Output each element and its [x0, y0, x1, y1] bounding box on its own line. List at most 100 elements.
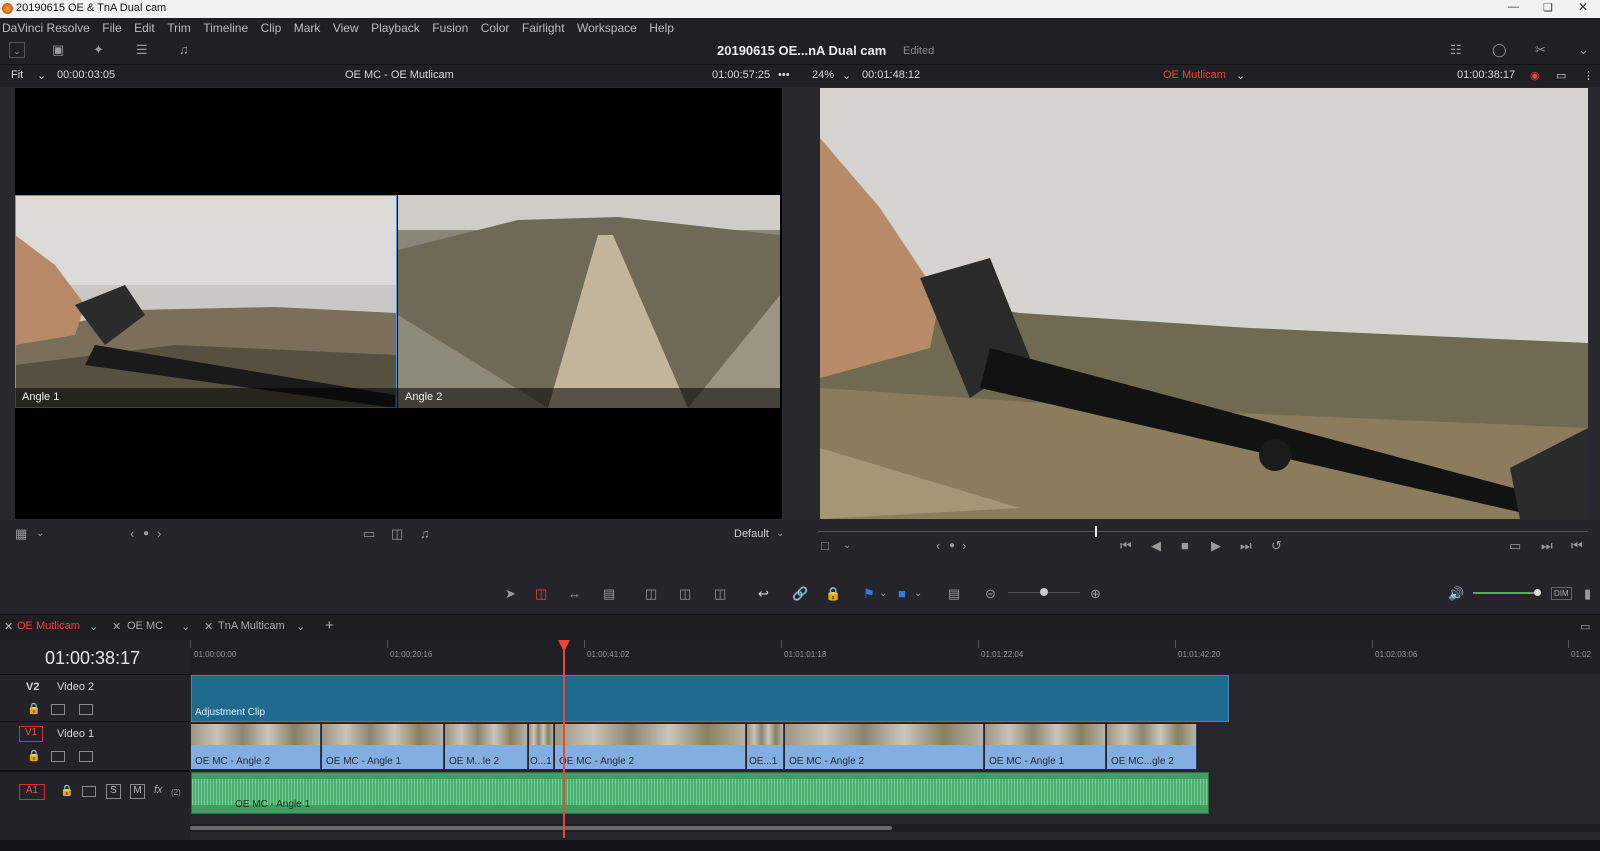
timeline-options-icon[interactable]: ▭ — [1580, 620, 1590, 633]
track-visibility-icon[interactable] — [79, 704, 93, 715]
link-icon[interactable]: 🔗 — [792, 586, 808, 602]
trim-tool-icon[interactable]: ◫ — [535, 586, 547, 602]
adjustment-clip[interactable]: Adjustment Clip — [191, 675, 1229, 722]
overwrite-clip-icon[interactable]: ◫ — [679, 586, 691, 602]
menu-help[interactable]: Help — [641, 18, 674, 38]
timeline-ruler[interactable]: 01:00:00:00 01:00:20:16 01:00:41:02 01:0… — [190, 640, 1600, 674]
match-frame-icon[interactable]: ▭ — [1509, 538, 1521, 554]
sound-library-icon[interactable]: ♫ — [179, 42, 189, 58]
next-edit-icon[interactable]: ⏭ — [1541, 538, 1553, 554]
viewer-divider[interactable] — [782, 88, 820, 519]
prev-edit-icon[interactable]: ⏮ — [1571, 538, 1583, 554]
auto-select-icon[interactable] — [51, 751, 65, 762]
next-icon[interactable]: › — [962, 538, 966, 554]
chevron-down-icon[interactable]: ⌄ — [842, 69, 851, 82]
menu-fairlight[interactable]: Fairlight — [514, 18, 565, 38]
timeline-name[interactable]: OE Mutlicam — [1163, 69, 1226, 81]
fx-label[interactable]: fx — [154, 784, 163, 796]
viewer-mode-icon[interactable]: ▭ — [1556, 69, 1566, 82]
video-clip[interactable]: OE MC - Angle 2 — [555, 724, 746, 769]
timeline-zoom[interactable]: 24% — [812, 69, 834, 81]
meter-icon[interactable]: ▮ — [1584, 586, 1591, 602]
video-clip[interactable]: O...1 — [529, 724, 554, 769]
auto-select-icon[interactable] — [82, 786, 96, 797]
menu-clip[interactable]: Clip — [253, 18, 282, 38]
flag-icon[interactable]: ⚑ — [863, 586, 875, 602]
angle-1-tile[interactable]: Angle 1 — [15, 195, 397, 408]
audio-clip[interactable]: OE MC - Angle 1 — [191, 772, 1209, 814]
more-options-icon[interactable]: ••• — [778, 69, 790, 81]
chevron-down-icon[interactable]: ⌄ — [776, 526, 784, 542]
chevron-down-icon[interactable]: ⌄ — [37, 69, 46, 82]
chevron-down-icon[interactable]: ⌄ — [914, 586, 922, 602]
scrub-bar[interactable] — [818, 526, 1588, 537]
menu-trim[interactable]: Trim — [159, 18, 191, 38]
restore-icon[interactable]: ❏ — [1543, 1, 1553, 14]
volume-icon[interactable]: 🔊 — [1448, 586, 1464, 602]
lock-icon[interactable]: 🔒 — [27, 702, 41, 715]
lock-icon[interactable]: 🔒 — [825, 586, 841, 602]
audio-icon[interactable]: ♫ — [420, 526, 430, 542]
insert-clip-icon[interactable]: ◫ — [645, 586, 657, 602]
menu-color[interactable]: Color — [473, 18, 510, 38]
video-clip[interactable]: OE MC - Angle 2 — [785, 724, 984, 769]
chevron-down-icon[interactable]: ⌄ — [1236, 69, 1245, 82]
chevron-down-icon[interactable]: ⌄ — [89, 620, 98, 633]
zoom-slider[interactable] — [1008, 588, 1080, 596]
video-clip[interactable]: OE MC - Angle 2 — [191, 724, 321, 769]
tab-oe-mc[interactable]: OE MC — [127, 620, 163, 632]
timeline-playhead[interactable] — [558, 640, 570, 838]
inspector-icon[interactable]: ✂ — [1535, 42, 1546, 58]
chevron-down-icon[interactable]: ⌄ — [296, 620, 305, 633]
play-icon[interactable]: ▶ — [1211, 538, 1221, 554]
chevron-down-icon[interactable]: ⌄ — [181, 620, 190, 633]
tab-tna-multicam[interactable]: TnA Multicam — [218, 620, 285, 632]
close-icon[interactable]: ✕ — [1578, 0, 1588, 14]
blade-tool-icon[interactable]: ▤ — [603, 586, 615, 602]
selection-tool-icon[interactable]: ➤ — [505, 586, 516, 602]
minimize-icon[interactable]: — — [1508, 1, 1519, 13]
add-tab-icon[interactable]: + — [325, 617, 334, 634]
menu-workspace[interactable]: Workspace — [569, 18, 637, 38]
lock-icon[interactable]: 🔒 — [27, 749, 41, 762]
zoom-in-icon[interactable]: ⊕ — [1090, 586, 1101, 602]
video-clip[interactable]: OE MC - Angle 1 — [322, 724, 444, 769]
loop-icon[interactable]: ↺ — [1271, 538, 1282, 554]
solo-button[interactable]: S — [106, 784, 121, 799]
chevron-down-icon[interactable]: ⌄ — [879, 586, 887, 602]
volume-slider[interactable] — [1473, 589, 1541, 596]
auto-select-icon[interactable] — [51, 704, 65, 715]
audio-video-icon[interactable]: ◫ — [391, 526, 403, 542]
tab-close-icon[interactable]: ✕ — [204, 620, 213, 633]
more-options-icon[interactable]: ⋮ — [1583, 69, 1594, 82]
play-reverse-icon[interactable]: ◀ — [1151, 538, 1161, 554]
zoom-slider-knob[interactable] — [1040, 588, 1048, 596]
tab-close-icon[interactable]: ✕ — [4, 620, 13, 633]
zoom-out-icon[interactable]: ⊝ — [985, 586, 996, 602]
chevron-down-icon[interactable]: ⌄ — [36, 526, 44, 542]
metadata-icon[interactable]: ◯ — [1492, 42, 1507, 58]
media-pool-icon[interactable]: ▣ — [52, 42, 64, 58]
video-clip[interactable]: OE...1 — [747, 724, 784, 769]
chevron-down-icon[interactable]: ⌄ — [843, 538, 851, 554]
horizontal-scrollbar[interactable] — [190, 824, 1600, 832]
tab-close-icon[interactable]: ✕ — [112, 620, 121, 633]
track-id[interactable]: A1 — [19, 784, 45, 800]
go-to-end-icon[interactable]: ⏭ — [1240, 538, 1252, 554]
edit-index-icon[interactable]: ☰ — [136, 42, 148, 58]
go-to-start-icon[interactable]: ⏮ — [1120, 538, 1132, 554]
snapping-icon[interactable]: ↩ — [758, 586, 769, 602]
menu-fusion[interactable]: Fusion — [424, 18, 468, 38]
menu-timeline[interactable]: Timeline — [195, 18, 248, 38]
next-page-icon[interactable]: › — [157, 526, 161, 542]
mute-button[interactable]: M — [130, 784, 145, 799]
effects-icon[interactable]: ✦ — [93, 42, 104, 58]
video-clip[interactable]: OE MC...gle 2 — [1107, 724, 1197, 769]
scrollbar-thumb[interactable] — [190, 826, 892, 830]
marker-icon[interactable]: ■ — [898, 586, 906, 602]
track-name[interactable]: Video 2 — [57, 681, 94, 693]
prev-icon[interactable]: ‹ — [936, 538, 940, 554]
track-name[interactable]: Video 1 — [57, 728, 94, 740]
dynamic-trim-icon[interactable]: ↔ — [568, 586, 581, 602]
layout-icon[interactable]: ▦ — [15, 526, 27, 542]
